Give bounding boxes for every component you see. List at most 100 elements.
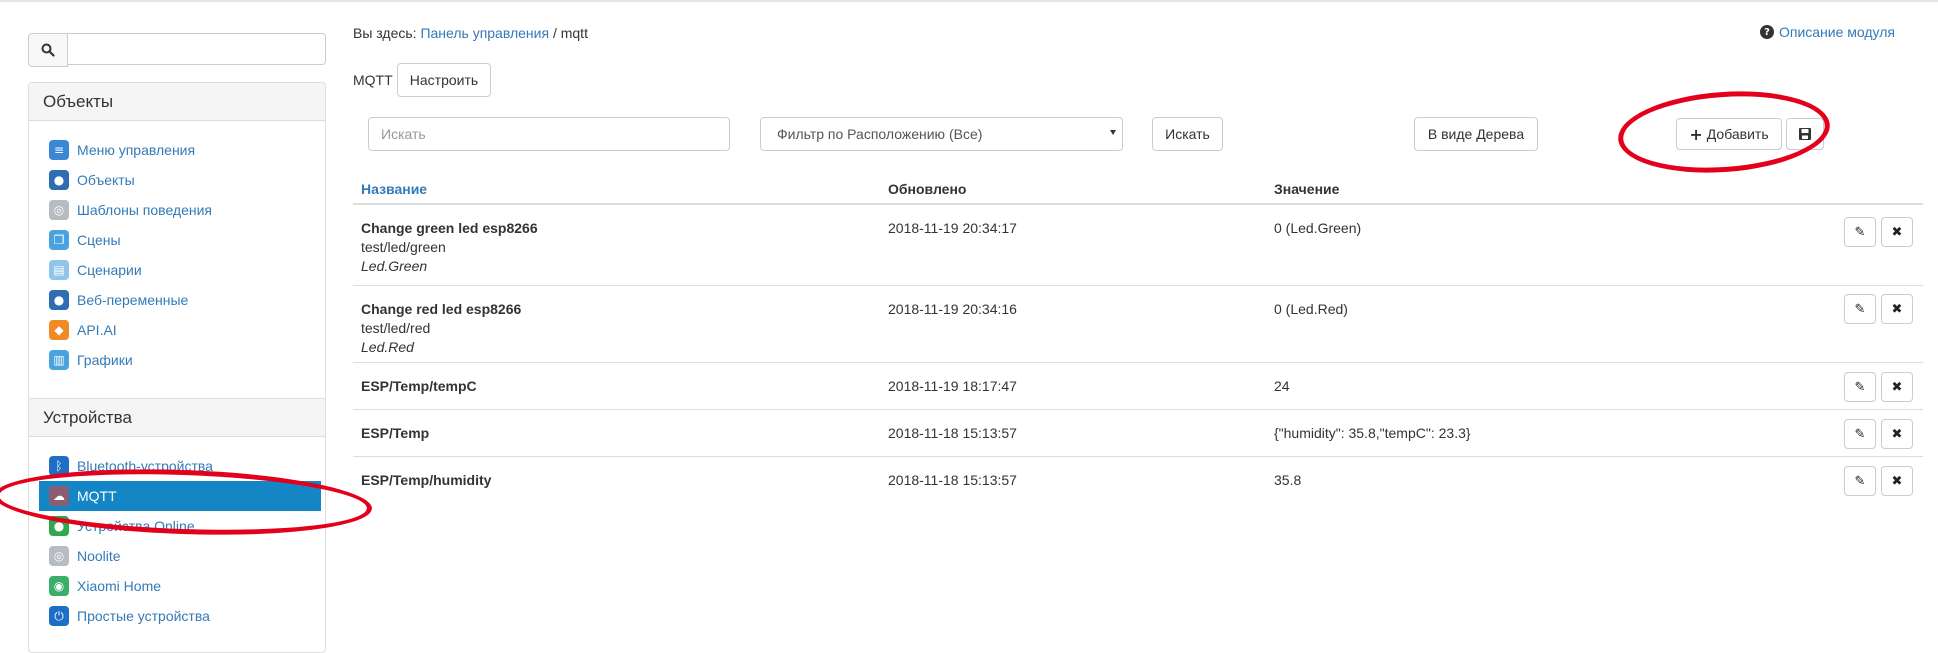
search-input[interactable]: Искать — [368, 117, 730, 151]
row-name[interactable]: Change green led esp8266 — [361, 219, 538, 238]
edit-button[interactable]: ✎ — [1844, 372, 1876, 402]
search-icon — [41, 43, 55, 57]
pencil-icon: ✎ — [1854, 473, 1866, 489]
table-row: ESP/Temp/tempC 2018-11-19 18:17:47 24 ✎ … — [353, 363, 1923, 410]
row-value: 0 (Led.Green) — [1274, 220, 1362, 236]
close-icon: ✖ — [1891, 473, 1903, 489]
template-icon: ◎ — [49, 200, 69, 220]
close-icon: ✖ — [1891, 301, 1903, 317]
sidebar-item-устройства-online[interactable]: ● Устройства Online — [29, 511, 325, 541]
sidebar-item-label: Noolite — [77, 548, 121, 564]
sidebar-item-label: Xiaomi Home — [77, 578, 162, 594]
edit-button[interactable]: ✎ — [1844, 294, 1876, 324]
row-value: 24 — [1274, 378, 1290, 394]
delete-button[interactable]: ✖ — [1881, 294, 1913, 324]
cloud-icon: ☁ — [49, 486, 69, 506]
top-border — [0, 0, 1938, 2]
sidebar-item-объекты[interactable]: ● Объекты — [29, 165, 325, 195]
pencil-icon: ✎ — [1854, 224, 1866, 240]
location-filter-value: Фильтр по Расположению (Все) — [777, 126, 983, 142]
sidebar-item-label: Меню управления — [77, 142, 196, 158]
sidebar-search-input[interactable] — [68, 33, 326, 65]
sidebar-item-веб-переменные[interactable]: ● Веб-переменные — [29, 285, 325, 315]
delete-button[interactable]: ✖ — [1881, 466, 1913, 496]
breadcrumb-prefix: Вы здесь: — [353, 25, 417, 41]
noolite-icon: ◎ — [49, 546, 69, 566]
search-button[interactable] — [28, 33, 68, 67]
table-row: Change red led esp8266 test/led/red Led.… — [353, 286, 1923, 363]
sidebar-item-bluetooth-устройства[interactable]: ᛒ Bluetooth-устройства — [29, 451, 325, 481]
plus-icon: + — [1689, 124, 1703, 144]
sidebar-item-label: Веб-переменные — [77, 292, 189, 308]
row-value: {"humidity": 35.8,"tempC": 23.3} — [1274, 425, 1471, 441]
script-icon: ▤ — [49, 260, 69, 280]
column-updated-header: Обновлено — [888, 181, 967, 197]
table-header: Название Обновлено Значение — [353, 175, 1923, 205]
sidebar-item-сценарии[interactable]: ▤ Сценарии — [29, 255, 325, 285]
breadcrumb-separator: / — [552, 25, 557, 41]
row-updated: 2018-11-19 20:34:17 — [888, 220, 1017, 236]
sidebar-item-шаблоны-поведения[interactable]: ◎ Шаблоны поведения — [29, 195, 325, 225]
breadcrumb-current: mqtt — [560, 25, 588, 41]
row-value: 35.8 — [1274, 472, 1302, 488]
delete-button[interactable]: ✖ — [1881, 372, 1913, 402]
sidebar-item-label: API.AI — [77, 322, 117, 338]
sidebar-item-label: Графики — [77, 352, 133, 368]
sidebar-item-меню-управления[interactable]: ≡ Меню управления — [29, 135, 325, 165]
location-filter-select[interactable]: Фильтр по Расположению (Все) — [760, 117, 1123, 151]
row-name[interactable]: ESP/Temp/humidity — [361, 471, 491, 490]
table-row: ESP/Temp/humidity 2018-11-18 15:13:57 35… — [353, 457, 1923, 504]
devices-list: ᛒ Bluetooth-устройства ☁ MQTT ● Устройства On… — [29, 437, 325, 631]
search-button-main[interactable]: Искать — [1152, 117, 1223, 151]
configure-button[interactable]: Настроить — [397, 63, 491, 97]
sidebar-item-графики[interactable]: ▥ Графики — [29, 345, 325, 375]
row-topic: test/led/red — [361, 320, 431, 336]
tree-view-button[interactable]: В виде Дерева — [1414, 117, 1538, 151]
chart-icon: ▥ — [49, 350, 69, 370]
edit-button[interactable]: ✎ — [1844, 217, 1876, 247]
devices-panel-title: Устройства — [29, 399, 325, 437]
add-button[interactable]: + Добавить — [1676, 118, 1782, 150]
objects-list: ≡ Меню управления ● Объекты ◎ Шаблоны поведен… — [29, 121, 325, 375]
row-updated: 2018-11-19 20:34:16 — [888, 301, 1017, 317]
sidebar-item-label: MQTT — [77, 488, 117, 504]
pencil-icon: ✎ — [1854, 379, 1866, 395]
module-title: MQTT — [353, 72, 393, 88]
scenes-icon: ❐ — [49, 230, 69, 250]
delete-button[interactable]: ✖ — [1881, 419, 1913, 449]
row-name[interactable]: ESP/Temp — [361, 424, 429, 443]
row-updated: 2018-11-18 15:13:57 — [888, 425, 1017, 441]
sidebar-item-простые-устройства[interactable]: ⏻ Простые устройства — [29, 601, 325, 631]
table-row: ESP/Temp 2018-11-18 15:13:57 {"humidity"… — [353, 410, 1923, 457]
table-row: Change green led esp8266 test/led/green … — [353, 205, 1923, 286]
power-icon: ⏻ — [49, 606, 69, 626]
sidebar-item-label: Сценарии — [77, 262, 142, 278]
row-updated: 2018-11-18 15:13:57 — [888, 472, 1017, 488]
delete-button[interactable]: ✖ — [1881, 217, 1913, 247]
sidebar-item-xiaomi-home[interactable]: ◉ Xiaomi Home — [29, 571, 325, 601]
sidebar-item-сцены[interactable]: ❐ Сцены — [29, 225, 325, 255]
close-icon: ✖ — [1891, 426, 1903, 442]
menu-icon: ≡ — [49, 140, 69, 160]
sidebar-search — [28, 33, 326, 67]
module-help-link[interactable]: ? Описание модуля — [1759, 24, 1895, 40]
row-name[interactable]: ESP/Temp/tempC — [361, 377, 477, 396]
edit-button[interactable]: ✎ — [1844, 419, 1876, 449]
row-linked-property: Led.Red — [361, 339, 414, 355]
sidebar-item-api-ai[interactable]: ◆ API.AI — [29, 315, 325, 345]
module-help-label: Описание модуля — [1778, 24, 1895, 40]
column-name-header[interactable]: Название — [361, 181, 427, 197]
sidebar-item-label: Шаблоны поведения — [77, 202, 213, 218]
pencil-icon: ✎ — [1854, 426, 1866, 442]
row-value: 0 (Led.Red) — [1274, 301, 1348, 317]
row-name[interactable]: Change red led esp8266 — [361, 300, 521, 319]
sidebar-item-noolite[interactable]: ◎ Noolite — [29, 541, 325, 571]
online-icon: ● — [49, 516, 69, 536]
sidebar-item-mqtt[interactable]: ☁ MQTT — [39, 481, 321, 511]
row-linked-property: Led.Green — [361, 258, 428, 274]
sidebar-item-label: Bluetooth-устройства — [77, 458, 213, 474]
edit-button[interactable]: ✎ — [1844, 466, 1876, 496]
question-circle-icon: ? — [1759, 25, 1774, 39]
save-button[interactable] — [1786, 118, 1824, 150]
breadcrumb-home-link[interactable]: Панель управления — [420, 25, 549, 41]
